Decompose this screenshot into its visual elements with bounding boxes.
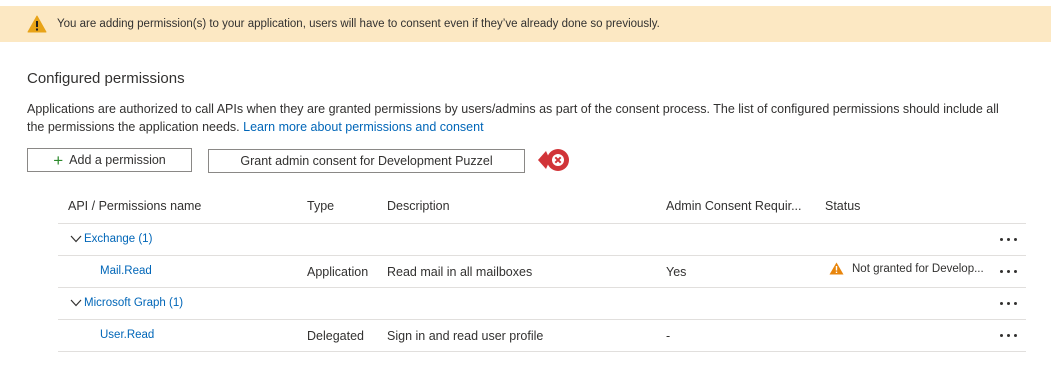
permission-name-user-read[interactable]: User.Read xyxy=(100,329,154,341)
row-divider xyxy=(58,319,1026,320)
error-badge-icon xyxy=(538,149,569,171)
plus-icon: + xyxy=(53,150,64,170)
permission-description: Sign in and read user profile xyxy=(387,329,544,343)
column-header-name[interactable]: API / Permissions name xyxy=(68,199,201,213)
group-label-exchange[interactable]: Exchange (1) xyxy=(84,233,152,245)
section-description: Applications are authorized to call APIs… xyxy=(27,100,1017,136)
column-header-description[interactable]: Description xyxy=(387,199,450,213)
permission-name-mail-read[interactable]: Mail.Read xyxy=(100,265,152,277)
group-row-exchange[interactable]: Exchange (1) xyxy=(70,233,152,245)
learn-more-link[interactable]: Learn more about permissions and consent xyxy=(243,120,483,134)
column-header-admin-consent[interactable]: Admin Consent Requir... xyxy=(666,199,802,213)
row-divider xyxy=(58,223,1026,224)
row-divider xyxy=(58,287,1026,288)
more-icon[interactable] xyxy=(999,300,1019,306)
chevron-down-icon xyxy=(70,299,82,307)
group-row-microsoft-graph[interactable]: Microsoft Graph (1) xyxy=(70,297,183,309)
grant-admin-consent-button[interactable]: Grant admin consent for Development Puzz… xyxy=(208,149,525,173)
add-permission-label: Add a permission xyxy=(69,153,166,167)
warning-banner: You are adding permission(s) to your app… xyxy=(0,6,1051,42)
description-text: Applications are authorized to call APIs… xyxy=(27,102,999,134)
more-icon[interactable] xyxy=(999,268,1019,274)
warning-icon xyxy=(829,262,844,275)
add-permission-button[interactable]: + Add a permission xyxy=(27,148,192,172)
permission-description: Read mail in all mailboxes xyxy=(387,265,533,279)
more-icon[interactable] xyxy=(999,236,1019,242)
column-header-type[interactable]: Type xyxy=(307,199,334,213)
section-title: Configured permissions xyxy=(27,70,185,87)
status-badge: Not granted for Develop... xyxy=(829,262,984,275)
admin-consent-required: Yes xyxy=(666,265,687,279)
grant-admin-consent-label: Grant admin consent for Development Puzz… xyxy=(240,154,493,168)
group-label-microsoft-graph[interactable]: Microsoft Graph (1) xyxy=(84,297,183,309)
permission-type: Delegated xyxy=(307,329,364,343)
more-icon[interactable] xyxy=(999,332,1019,338)
banner-text: You are adding permission(s) to your app… xyxy=(57,18,660,30)
row-divider xyxy=(58,351,1026,352)
admin-consent-required: - xyxy=(666,329,671,343)
row-divider xyxy=(58,255,1026,256)
warning-icon xyxy=(27,15,47,33)
status-text: Not granted for Develop... xyxy=(852,262,984,275)
column-header-status[interactable]: Status xyxy=(825,199,860,213)
permission-type: Application xyxy=(307,265,369,279)
chevron-down-icon xyxy=(70,235,82,243)
